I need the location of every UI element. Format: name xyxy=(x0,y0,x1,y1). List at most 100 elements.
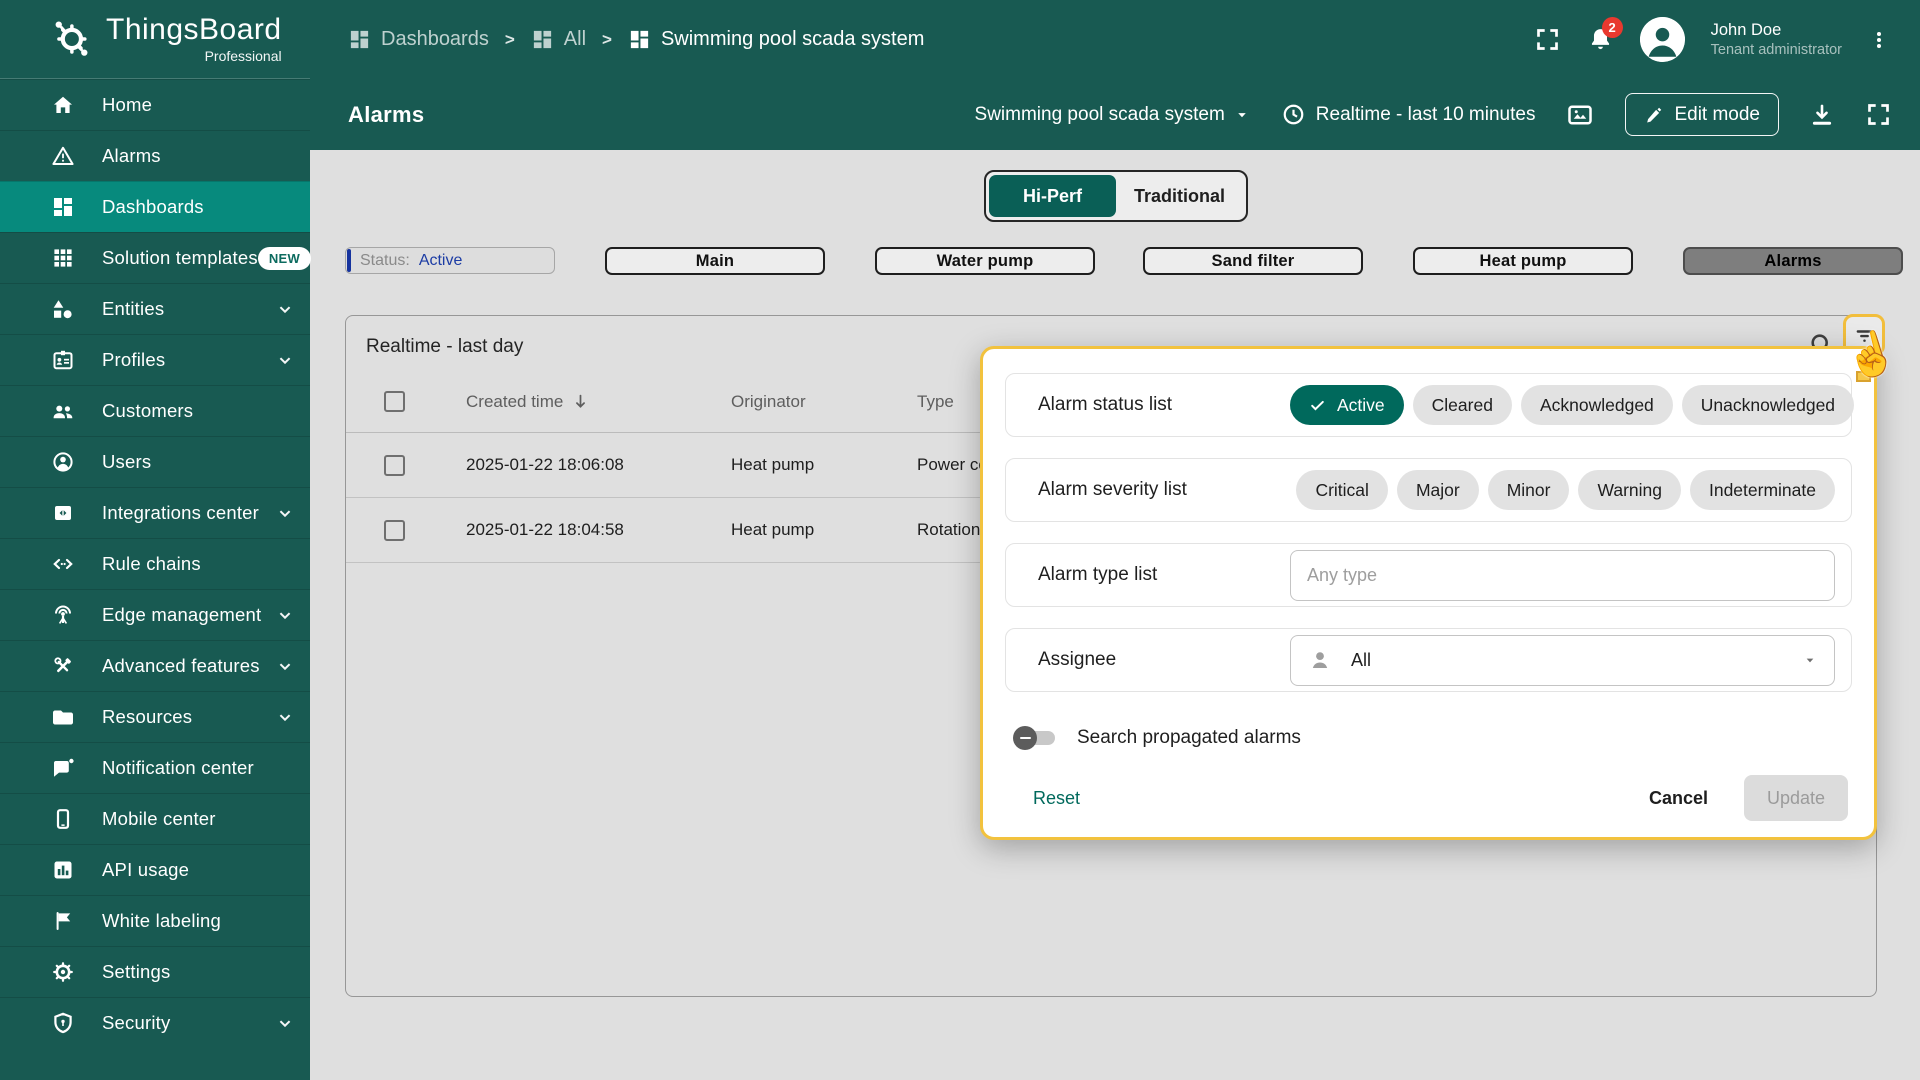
brand-logo[interactable]: ThingsBoard Professional xyxy=(0,0,310,79)
sidebar-item-resources[interactable]: Resources xyxy=(0,691,310,742)
toggle-hi-perf[interactable]: Hi-Perf xyxy=(989,175,1116,217)
toggle-traditional[interactable]: Traditional xyxy=(1116,175,1243,217)
status-label: Status: xyxy=(360,251,410,269)
sidebar-item-users[interactable]: Users xyxy=(0,436,310,487)
chevron-down-icon xyxy=(274,502,296,524)
state-tab-main[interactable]: Main xyxy=(605,247,825,275)
thingsboard-gear-logo-icon xyxy=(50,18,92,60)
sidebar-item-label: Security xyxy=(102,1012,171,1033)
integration-icon xyxy=(50,500,76,526)
severity-chip-warning[interactable]: Warning xyxy=(1578,470,1681,510)
assignee-label: Assignee xyxy=(1038,649,1117,670)
row-checkbox[interactable] xyxy=(384,454,405,476)
sidebar-item-notification-center[interactable]: Notification center xyxy=(0,742,310,793)
tools-icon xyxy=(50,653,76,679)
column-header-created-time[interactable]: Created time xyxy=(466,392,590,412)
notifications-bell-icon[interactable]: 2 xyxy=(1587,17,1623,53)
sidebar-item-integrations-center[interactable]: Integrations center xyxy=(0,487,310,538)
sidebar-item-mobile-center[interactable]: Mobile center xyxy=(0,793,310,844)
sidebar-item-white-labeling[interactable]: White labeling xyxy=(0,895,310,946)
sidebar-item-label: Resources xyxy=(102,706,193,727)
severity-chip-major[interactable]: Major xyxy=(1396,470,1479,510)
breadcrumb-all[interactable]: All xyxy=(531,28,586,51)
sidebar-item-label: Rule chains xyxy=(102,553,201,574)
sidebar-item-label: Home xyxy=(102,94,153,115)
severity-chip-indeterminate[interactable]: Indeterminate xyxy=(1689,470,1835,510)
sidebar-nav: Home Alarms Dashboards Solution template… xyxy=(0,79,312,1048)
user-menu[interactable]: John Doe Tenant administrator xyxy=(1711,20,1842,59)
screenshot-icon[interactable] xyxy=(1565,100,1595,130)
sidebar-item-api-usage[interactable]: API usage xyxy=(0,844,310,895)
sidebar-item-home[interactable]: Home xyxy=(0,79,310,130)
column-header-type[interactable]: Type xyxy=(917,371,954,432)
propagated-toggle[interactable] xyxy=(1013,726,1057,750)
breadcrumb-current-dashboard[interactable]: Swimming pool scada system xyxy=(628,28,924,51)
table-timewindow-title: Realtime - last day xyxy=(366,336,524,357)
state-tab-heat-pump[interactable]: Heat pump xyxy=(1413,247,1633,275)
status-value: Active xyxy=(418,251,463,269)
assignee-select[interactable]: All xyxy=(1290,634,1835,686)
sidebar-item-label: Alarms xyxy=(102,145,161,166)
cancel-button[interactable]: Cancel xyxy=(1649,788,1708,809)
code-brackets-icon xyxy=(50,551,76,577)
propagated-toggle-row: Search propagated alarms xyxy=(1013,717,1852,759)
breadcrumb-dashboards[interactable]: Dashboards xyxy=(348,28,489,51)
chevron-down-icon xyxy=(274,604,296,626)
column-header-originator[interactable]: Originator xyxy=(731,371,806,432)
sidebar-item-label: Users xyxy=(102,451,152,472)
status-chip-active[interactable]: Active xyxy=(1290,385,1404,425)
status-accent-bar xyxy=(347,249,351,272)
sidebar-item-settings[interactable]: Settings xyxy=(0,946,310,997)
dashboards-icon xyxy=(531,28,554,51)
entity-select[interactable]: Swimming pool scada system xyxy=(975,104,1251,126)
severity-chip-minor[interactable]: Minor xyxy=(1487,470,1570,510)
update-button[interactable]: Update xyxy=(1744,775,1848,821)
sidebar: ThingsBoard Professional Home Alarms Das… xyxy=(0,0,312,1080)
sidebar-item-label: Solution templates xyxy=(102,247,258,268)
caret-down-icon xyxy=(1802,652,1818,668)
sidebar-item-entities[interactable]: Entities xyxy=(0,283,310,334)
sidebar-item-security[interactable]: Security xyxy=(0,997,310,1048)
sidebar-item-solution-templates[interactable]: Solution templates NEW xyxy=(0,232,312,283)
sidebar-item-rule-chains[interactable]: Rule chains xyxy=(0,538,310,589)
download-icon[interactable] xyxy=(1809,102,1835,128)
sidebar-item-label: Integrations center xyxy=(102,502,260,523)
mouse-cursor-hand: ☝ xyxy=(1839,324,1903,385)
chevron-down-icon xyxy=(274,655,296,677)
sidebar-item-label: Notification center xyxy=(102,757,254,778)
cell-type: Rotation xyxy=(917,520,981,539)
status-chip-cleared[interactable]: Cleared xyxy=(1412,385,1512,425)
state-tab-water-pump[interactable]: Water pump xyxy=(875,247,1095,275)
sidebar-item-profiles[interactable]: Profiles xyxy=(0,334,310,385)
status-chip-acknowledged[interactable]: Acknowledged xyxy=(1520,385,1673,425)
select-all-checkbox[interactable] xyxy=(384,391,405,412)
sidebar-item-label: Edge management xyxy=(102,604,262,625)
sidebar-item-customers[interactable]: Customers xyxy=(0,385,310,436)
cell-type: Power co xyxy=(917,455,988,474)
kebab-menu-icon[interactable] xyxy=(1868,27,1890,53)
row-checkbox[interactable] xyxy=(384,519,405,541)
chevron-down-icon xyxy=(274,298,296,320)
state-tab-alarms[interactable]: Alarms xyxy=(1683,247,1903,275)
user-role: Tenant administrator xyxy=(1710,41,1842,58)
timewindow-button[interactable]: Realtime - last 10 minutes xyxy=(1281,102,1535,127)
sidebar-item-alarms[interactable]: Alarms xyxy=(0,130,310,181)
severity-chip-critical[interactable]: Critical xyxy=(1296,470,1388,510)
sidebar-item-dashboards[interactable]: Dashboards xyxy=(0,181,310,232)
alarm-type-input[interactable] xyxy=(1290,549,1835,601)
status-chip-unacknowledged[interactable]: Unacknowledged xyxy=(1681,385,1855,425)
alarm-type-row: Alarm type list xyxy=(1005,543,1852,607)
fullscreen-icon[interactable] xyxy=(1534,26,1561,53)
fullscreen-dashboard-icon[interactable] xyxy=(1865,101,1892,128)
state-tab-sand-filter[interactable]: Sand filter xyxy=(1143,247,1363,275)
edit-mode-button[interactable]: Edit mode xyxy=(1625,93,1779,136)
sort-desc-arrow-icon xyxy=(571,392,590,411)
person-icon xyxy=(1307,647,1333,673)
avatar[interactable] xyxy=(1639,17,1685,62)
sidebar-item-edge-management[interactable]: Edge management xyxy=(0,589,310,640)
sidebar-item-advanced-features[interactable]: Advanced features xyxy=(0,640,310,691)
assignee-value: All xyxy=(1351,649,1372,670)
reset-button[interactable]: Reset xyxy=(1033,788,1080,809)
dashboards-icon xyxy=(50,194,76,220)
status-filter-chip[interactable]: Status: Active xyxy=(345,247,555,274)
